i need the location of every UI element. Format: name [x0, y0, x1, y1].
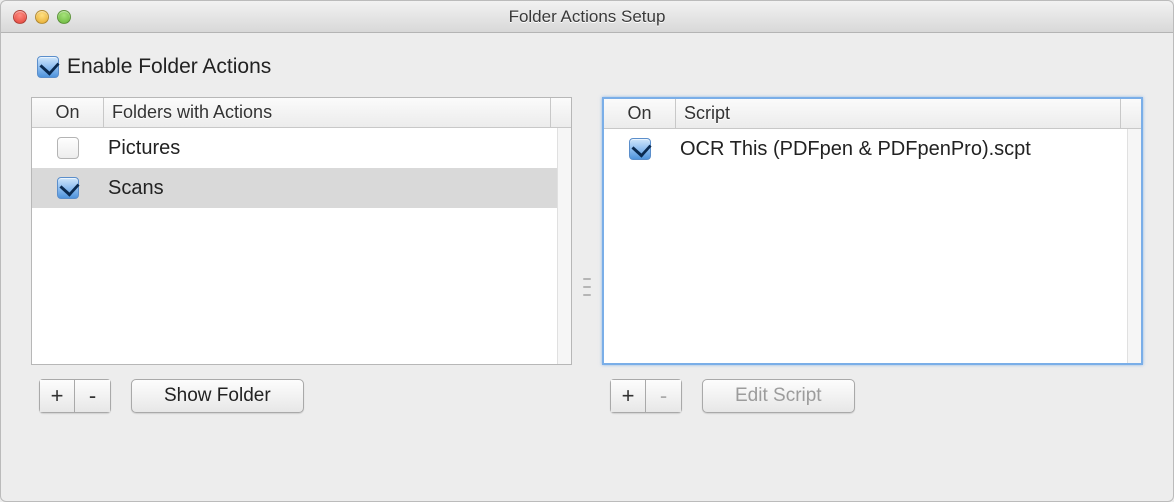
folders-list-body: Pictures Scans	[32, 128, 571, 364]
folders-panel: On Folders with Actions Pictures Scans + …	[31, 97, 572, 477]
remove-script-button: -	[646, 379, 682, 413]
scripts-list-header: On Script	[604, 99, 1141, 129]
row-checkbox[interactable]	[57, 137, 79, 159]
folders-controls: + - Show Folder	[31, 379, 572, 413]
enable-folder-actions-row: Enable Folder Actions	[37, 55, 1143, 79]
folders-header-main[interactable]: Folders with Actions	[104, 98, 551, 127]
scripts-list[interactable]: On Script OCR This (PDFpen & PDFpenPro).…	[602, 97, 1143, 365]
titlebar: Folder Actions Setup	[1, 1, 1173, 33]
enable-folder-actions-checkbox[interactable]	[37, 56, 59, 78]
row-label: Pictures	[104, 137, 571, 160]
scripts-header-main[interactable]: Script	[676, 99, 1121, 128]
close-icon[interactable]	[13, 10, 27, 24]
folders-add-remove-group: + -	[39, 379, 111, 413]
folders-list[interactable]: On Folders with Actions Pictures Scans	[31, 97, 572, 365]
show-folder-button[interactable]: Show Folder	[131, 379, 304, 413]
remove-folder-button[interactable]: -	[75, 379, 111, 413]
scripts-add-remove-group: + -	[610, 379, 682, 413]
divider-grip-icon[interactable]	[583, 278, 591, 296]
zoom-icon[interactable]	[57, 10, 71, 24]
row-checkbox-cell	[604, 138, 676, 160]
window-title: Folder Actions Setup	[1, 7, 1173, 27]
minimize-icon[interactable]	[35, 10, 49, 24]
scripts-list-body: OCR This (PDFpen & PDFpenPro).scpt	[604, 129, 1141, 363]
row-label: Scans	[104, 177, 571, 200]
scripts-header-on[interactable]: On	[604, 99, 676, 128]
scripts-panel: On Script OCR This (PDFpen & PDFpenPro).…	[602, 97, 1143, 477]
add-folder-button[interactable]: +	[39, 379, 75, 413]
folders-list-header: On Folders with Actions	[32, 98, 571, 128]
scripts-controls: + - Edit Script	[602, 379, 1143, 413]
panels: On Folders with Actions Pictures Scans + …	[31, 97, 1143, 477]
list-item[interactable]: OCR This (PDFpen & PDFpenPro).scpt	[604, 129, 1141, 169]
list-item[interactable]: Scans	[32, 168, 571, 208]
folders-header-tail	[551, 98, 571, 127]
row-label: OCR This (PDFpen & PDFpenPro).scpt	[676, 138, 1141, 161]
traffic-lights	[1, 10, 71, 24]
scripts-header-tail	[1121, 99, 1141, 128]
scrollbar[interactable]	[1127, 129, 1141, 363]
scrollbar[interactable]	[557, 128, 571, 364]
enable-folder-actions-label: Enable Folder Actions	[67, 55, 271, 79]
window: Folder Actions Setup Enable Folder Actio…	[0, 0, 1174, 502]
row-checkbox-cell	[32, 177, 104, 199]
row-checkbox-cell	[32, 137, 104, 159]
edit-script-button: Edit Script	[702, 379, 855, 413]
row-checkbox[interactable]	[629, 138, 651, 160]
row-checkbox[interactable]	[57, 177, 79, 199]
folders-header-on[interactable]: On	[32, 98, 104, 127]
add-script-button[interactable]: +	[610, 379, 646, 413]
window-content: Enable Folder Actions On Folders with Ac…	[1, 33, 1173, 501]
list-item[interactable]: Pictures	[32, 128, 571, 168]
